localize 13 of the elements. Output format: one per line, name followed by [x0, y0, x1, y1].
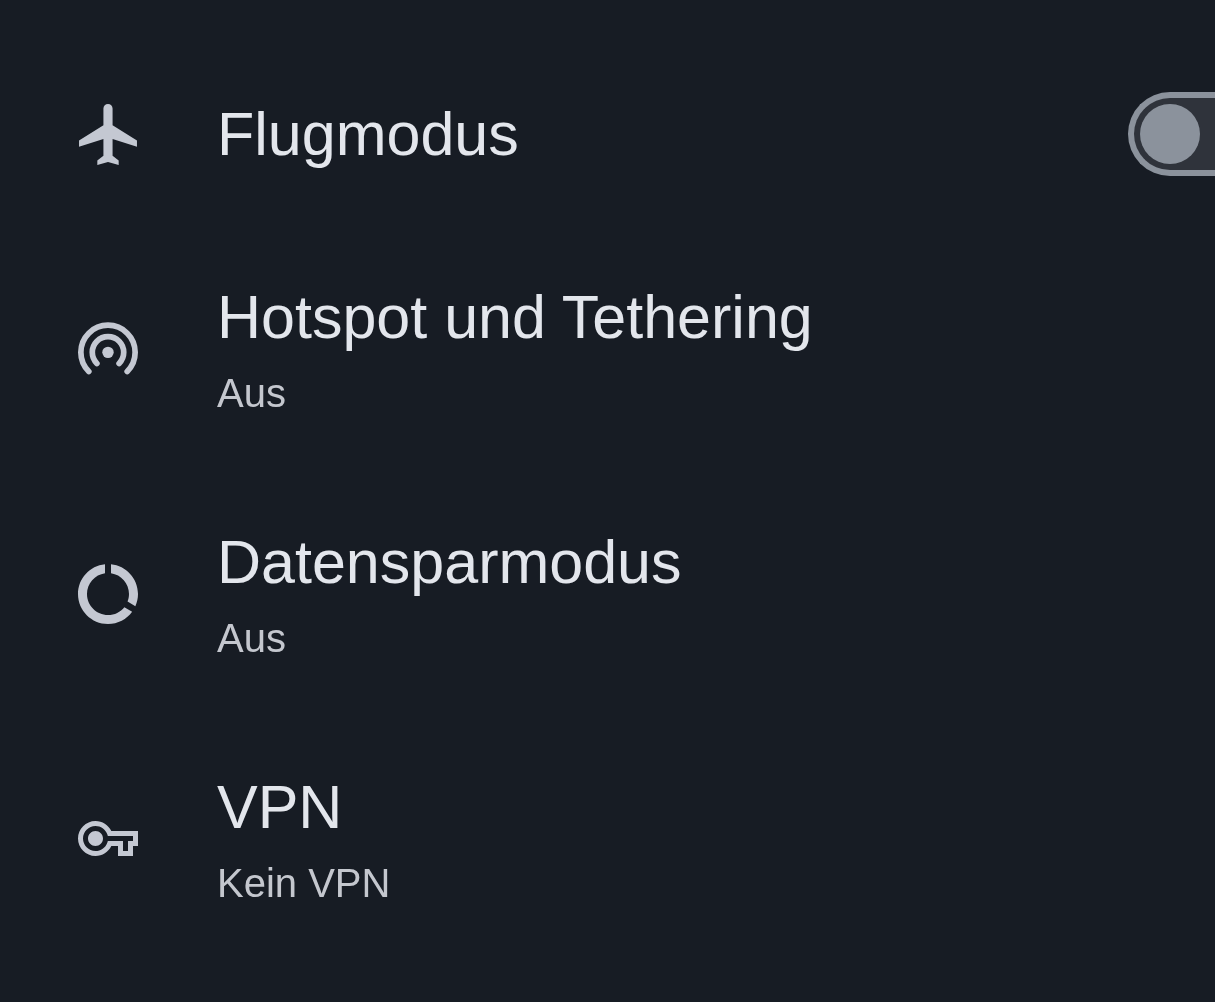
setting-title: Datensparmodus [217, 526, 682, 597]
airplane-icon [79, 103, 137, 165]
setting-title: VPN [217, 771, 343, 842]
setting-title: Flugmodus [217, 99, 519, 169]
setting-summary: Aus [217, 614, 286, 661]
hotspot-icon [78, 322, 138, 375]
key-icon [78, 821, 138, 856]
switch-thumb-icon [1140, 104, 1200, 164]
toggle-switch[interactable] [1128, 92, 1215, 176]
data-saver-icon [78, 563, 138, 624]
setting-summary: Kein VPN [217, 859, 391, 906]
setting-title: Hotspot und Tethering [217, 281, 813, 352]
setting-summary: Aus [217, 369, 286, 416]
